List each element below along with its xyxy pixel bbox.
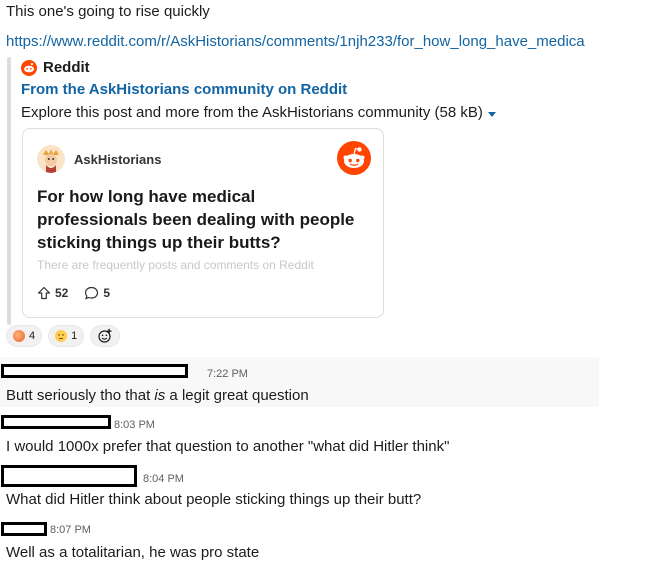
comment-stat: 5 — [84, 286, 110, 300]
unfurl-description-text: Explore this post and more from the AskH… — [21, 104, 483, 121]
reddit-link[interactable]: https://www.reddit.com/r/AskHistorians/c… — [6, 33, 585, 51]
redacted-username — [1, 522, 47, 536]
message-text-part: a legit great question — [165, 387, 309, 404]
message-text-emphasis: is — [154, 387, 166, 404]
post-snippet: There are frequently posts and comments … — [37, 258, 314, 272]
post-stats: 52 5 — [37, 286, 110, 300]
message-text: This one's going to rise quickly — [6, 3, 210, 20]
unfurl-border — [7, 57, 11, 325]
unfurl-site: Reddit — [21, 59, 90, 77]
message-timestamp[interactable]: 8:03 PM — [114, 419, 155, 431]
reaction-peach[interactable]: 4 — [6, 325, 43, 347]
message-text: What did Hitler think about people stick… — [6, 491, 422, 508]
unfurl-description: Explore this post and more from the AskH… — [21, 104, 496, 122]
subreddit-name: AskHistorians — [74, 151, 162, 167]
caret-down-icon[interactable] — [487, 111, 496, 117]
message-text: Well as a totalitarian, he was pro state — [6, 544, 260, 561]
message-row[interactable]: 8:03 PM I would 1000x prefer that questi… — [0, 410, 599, 460]
unfurl-site-name: Reddit — [43, 59, 90, 76]
message-timestamp[interactable]: 8:04 PM — [143, 473, 184, 485]
message-timestamp[interactable]: 8:07 PM — [50, 524, 91, 536]
message-text: Butt seriously tho that is a legit great… — [6, 387, 309, 405]
message-text-part: Butt seriously tho that — [6, 387, 155, 404]
card-subreddit-row: AskHistorians — [37, 145, 161, 173]
unfurl-title-link[interactable]: From the AskHistorians community on Redd… — [21, 81, 347, 99]
message-row[interactable]: 7:22 PM Butt seriously tho that is a leg… — [0, 357, 599, 407]
expressionless-face-icon — [55, 330, 68, 342]
reaction-bar: 4 1 — [6, 325, 121, 347]
upvote-icon — [37, 286, 51, 300]
comment-icon — [85, 286, 99, 300]
reddit-icon — [21, 60, 37, 76]
reaction-count: 1 — [71, 330, 78, 342]
redacted-username — [1, 465, 137, 487]
upvote-count: 52 — [55, 286, 69, 300]
reaction-expressionless[interactable]: 1 — [48, 325, 85, 347]
add-reaction-button[interactable] — [90, 325, 121, 347]
post-title[interactable]: For how long have medical professionals … — [37, 185, 367, 254]
message-text: I would 1000x prefer that question to an… — [6, 438, 450, 455]
redacted-username — [1, 364, 188, 378]
comment-count: 5 — [103, 286, 111, 300]
add-emoji-icon — [98, 328, 112, 343]
peach-icon — [13, 330, 25, 342]
reddit-embed-card[interactable]: AskHistorians For how long have medical … — [22, 128, 384, 318]
message-row[interactable]: 8:07 PM Well as a totalitarian, he was p… — [0, 515, 599, 565]
reddit-logo-icon — [337, 141, 371, 175]
message-row[interactable]: 8:04 PM What did Hitler think about peop… — [0, 462, 599, 512]
message-timestamp[interactable]: 7:22 PM — [207, 368, 248, 380]
redacted-username — [1, 415, 111, 429]
upvote-stat: 52 — [37, 286, 68, 300]
reaction-count: 4 — [29, 330, 36, 342]
subreddit-avatar-icon — [37, 145, 65, 173]
